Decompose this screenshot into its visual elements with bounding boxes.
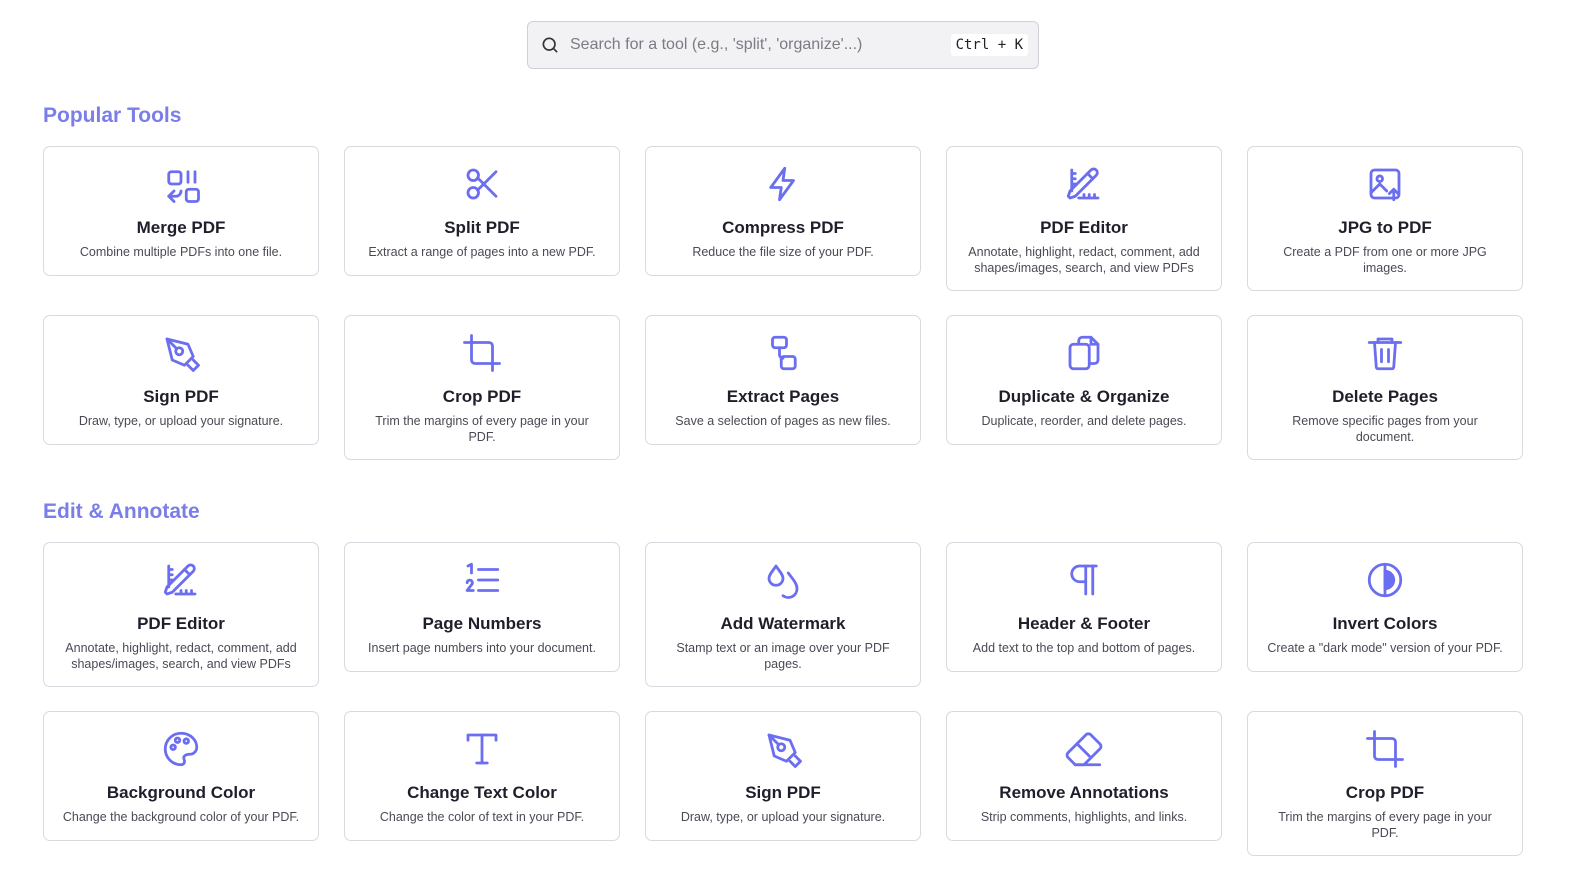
contrast-icon [1364,559,1406,601]
pilcrow-icon [1063,559,1105,601]
tool-description: Stamp text or an image over your PDF pag… [676,641,890,671]
tool-description: Change the background color of your PDF. [62,810,300,824]
tool-title: PDF Editor [137,614,225,633]
tool-title: Delete Pages [1332,387,1438,406]
pencil-ruler-icon [160,559,202,601]
type-icon [461,728,503,770]
droplets-icon [762,559,804,601]
pencil-ruler-icon [1063,163,1105,205]
tool-title: Merge PDF [136,218,226,237]
tool-card-page-numbers[interactable]: Page Numbers Insert page numbers into you… [344,542,620,672]
crop-icon [1364,728,1406,770]
tool-description: Draw, type, or upload your signature. [680,810,886,824]
tool-card-change-text-color[interactable]: Change Text Color Change the color of tex… [344,711,620,841]
keyboard-shortcut-badge: Ctrl + K [950,34,1028,56]
crop-icon [461,332,503,374]
tool-card-remove-annotations[interactable]: Remove Annotations Strip comments, highli… [946,711,1222,841]
tool-description: Add text to the top and bottom of pages. [972,641,1196,655]
section-title-popular-tools: Popular Tools [43,104,182,127]
tool-title: Split PDF [444,218,520,237]
tool-description: Create a PDF from one or more JPG images… [1283,245,1487,275]
tool-card-invert-colors[interactable]: Invert Colors Create a "dark mode" versio… [1247,542,1523,672]
tool-description: Create a "dark mode" version of your PDF… [1267,641,1503,655]
tool-description: Extract a range of pages into a new PDF. [368,245,596,259]
tool-description: Draw, type, or upload your signature. [78,414,284,428]
tool-description: Combine multiple PDFs into one file. [79,245,283,259]
tool-card-delete-pages[interactable]: Delete Pages Remove specific pages from y… [1247,315,1523,460]
tool-description: Strip comments, highlights, and links. [980,810,1188,824]
tool-title: Compress PDF [722,218,844,237]
search-bar[interactable]: Ctrl + K [527,21,1039,69]
tool-description: Insert page numbers into your document. [368,641,596,655]
tool-card-compress-pdf[interactable]: Compress PDF Reduce the file size of your… [645,146,921,276]
numbered-list-icon [461,559,503,601]
edit-annotate-grid: PDF Editor Annotate, highlight, redact, c… [43,542,1523,856]
tool-title: Sign PDF [745,783,821,802]
tool-title: JPG to PDF [1338,218,1432,237]
palette-icon [160,728,202,770]
tool-title: Duplicate & Organize [998,387,1170,406]
tool-title: PDF Editor [1040,218,1128,237]
tool-card-split-pdf[interactable]: Split PDF Extract a range of pages into a… [344,146,620,276]
scissors-icon [461,163,503,205]
popular-tools-grid: Merge PDF Combine multiple PDFs into one … [43,146,1523,460]
tool-title: Remove Annotations [999,783,1169,802]
tool-title: Invert Colors [1332,614,1438,633]
tool-card-header-and-footer[interactable]: Header & Footer Add text to the top and b… [946,542,1222,672]
extract-pages-icon [762,332,804,374]
tool-title: Background Color [106,783,256,802]
tool-card-pdf-editor[interactable]: PDF Editor Annotate, highlight, redact, c… [43,542,319,687]
pen-nib-icon [160,332,202,374]
tool-description: Trim the margins of every page in your P… [375,414,589,444]
tool-card-add-watermark[interactable]: Add Watermark Stamp text or an image over… [645,542,921,687]
tool-title: Page Numbers [422,614,542,633]
tool-description: Save a selection of pages as new files. [675,414,891,428]
tool-description: Remove specific pages from your document… [1292,414,1478,444]
trash-icon [1364,332,1406,374]
lightning-icon [762,163,804,205]
image-upload-icon [1364,163,1406,205]
tool-title: Change Text Color [407,783,557,802]
tool-description: Reduce the file size of your PDF. [692,245,874,259]
tool-description: Annotate, highlight, redact, comment, ad… [65,641,297,671]
tool-card-sign-pdf[interactable]: Sign PDF Draw, type, or upload your signa… [43,315,319,445]
eraser-icon [1063,728,1105,770]
tool-card-jpg-to-pdf[interactable]: JPG to PDF Create a PDF from one or more … [1247,146,1523,291]
search-input[interactable] [570,36,951,54]
copy-files-icon [1063,332,1105,374]
tool-title: Crop PDF [1345,783,1425,802]
tool-card-sign-pdf[interactable]: Sign PDF Draw, type, or upload your signa… [645,711,921,841]
tool-card-pdf-editor[interactable]: PDF Editor Annotate, highlight, redact, c… [946,146,1222,291]
tool-title: Add Watermark [720,614,846,633]
tool-card-extract-pages[interactable]: Extract Pages Save a selection of pages a… [645,315,921,445]
tool-card-duplicate-and-organize[interactable]: Duplicate & Organize Duplicate, reorder, … [946,315,1222,445]
tool-title: Header & Footer [1017,614,1151,633]
tool-card-crop-pdf[interactable]: Crop PDF Trim the margins of every page i… [344,315,620,460]
tool-title: Crop PDF [442,387,522,406]
tool-description: Duplicate, reorder, and delete pages. [981,414,1187,428]
search-icon [542,37,558,53]
tool-description: Trim the margins of every page in your P… [1278,810,1492,840]
tool-card-crop-pdf[interactable]: Crop PDF Trim the margins of every page i… [1247,711,1523,856]
merge-icon [160,163,202,205]
tool-title: Extract Pages [726,387,840,406]
tool-description: Annotate, highlight, redact, comment, ad… [968,245,1200,275]
section-title-edit-annotate: Edit & Annotate [43,500,200,523]
tool-title: Sign PDF [143,387,219,406]
tool-card-background-color[interactable]: Background Color Change the background co… [43,711,319,841]
tool-card-merge-pdf[interactable]: Merge PDF Combine multiple PDFs into one … [43,146,319,276]
pen-nib-icon [762,728,804,770]
tool-description: Change the color of text in your PDF. [379,810,585,824]
